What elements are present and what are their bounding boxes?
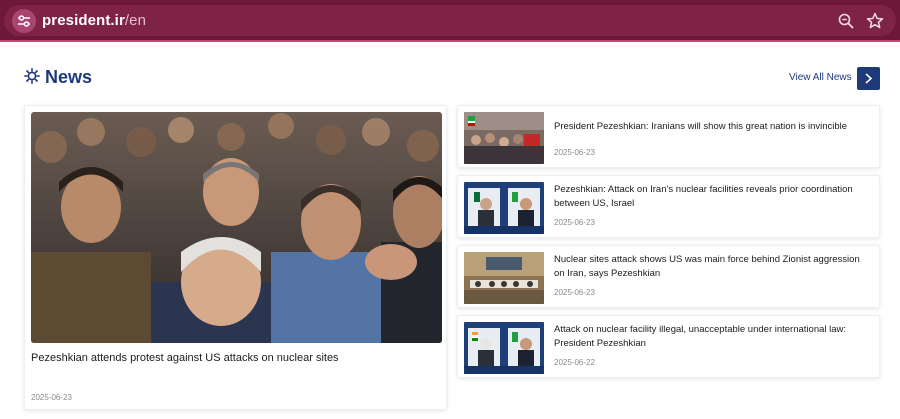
news-item-title[interactable]: Pezeshkian: Attack on Iran’s nuclear fac… bbox=[554, 183, 872, 211]
view-all-news-link[interactable]: View All News bbox=[789, 72, 852, 83]
news-item-title[interactable]: President Pezeshkian: Iranians will show… bbox=[554, 120, 872, 134]
featured-news-card[interactable]: Pezeshkian attends protest against US at… bbox=[24, 105, 447, 410]
sun-icon bbox=[24, 68, 40, 84]
star-icon[interactable] bbox=[865, 11, 885, 31]
featured-news-title[interactable]: Pezeshkian attends protest against US at… bbox=[31, 351, 441, 366]
news-thumbnail[interactable] bbox=[464, 252, 544, 304]
url-text[interactable]: president.ir/en bbox=[42, 12, 146, 29]
featured-news-image[interactable] bbox=[31, 112, 442, 343]
news-item-date: 2025-06-23 bbox=[554, 288, 595, 297]
news-item-title[interactable]: Nuclear sites attack shows US was main f… bbox=[554, 253, 872, 281]
news-list-item[interactable]: Pezeshkian: Attack on Iran’s nuclear fac… bbox=[457, 175, 880, 238]
view-all-news-button[interactable] bbox=[857, 67, 880, 90]
news-item-date: 2025-06-23 bbox=[554, 148, 595, 157]
zoom-icon[interactable] bbox=[836, 11, 856, 31]
page-title: News bbox=[45, 67, 93, 87]
browser-toolbar: president.ir/en bbox=[0, 0, 900, 42]
chevron-right-icon bbox=[865, 73, 873, 84]
featured-news-date: 2025-06-23 bbox=[31, 393, 72, 402]
news-thumbnail[interactable] bbox=[464, 182, 544, 234]
address-bar[interactable]: president.ir/en bbox=[4, 5, 896, 36]
news-list-item[interactable]: Attack on nuclear facility illegal, unac… bbox=[457, 315, 880, 378]
news-thumbnail[interactable] bbox=[464, 322, 544, 374]
news-item-title[interactable]: Attack on nuclear facility illegal, unac… bbox=[554, 323, 872, 351]
crowd-photo bbox=[31, 112, 442, 343]
news-item-date: 2025-06-23 bbox=[554, 218, 595, 227]
news-thumbnail[interactable] bbox=[464, 112, 544, 164]
url-host: president.ir bbox=[42, 12, 125, 29]
news-item-date: 2025-06-22 bbox=[554, 358, 595, 367]
url-path: /en bbox=[124, 12, 147, 29]
tune-icon bbox=[18, 15, 30, 27]
toolbar-bottom-border bbox=[0, 40, 900, 42]
news-list-item[interactable]: Nuclear sites attack shows US was main f… bbox=[457, 245, 880, 308]
site-settings-button[interactable] bbox=[12, 9, 36, 33]
news-list-item[interactable]: President Pezeshkian: Iranians will show… bbox=[457, 105, 880, 168]
